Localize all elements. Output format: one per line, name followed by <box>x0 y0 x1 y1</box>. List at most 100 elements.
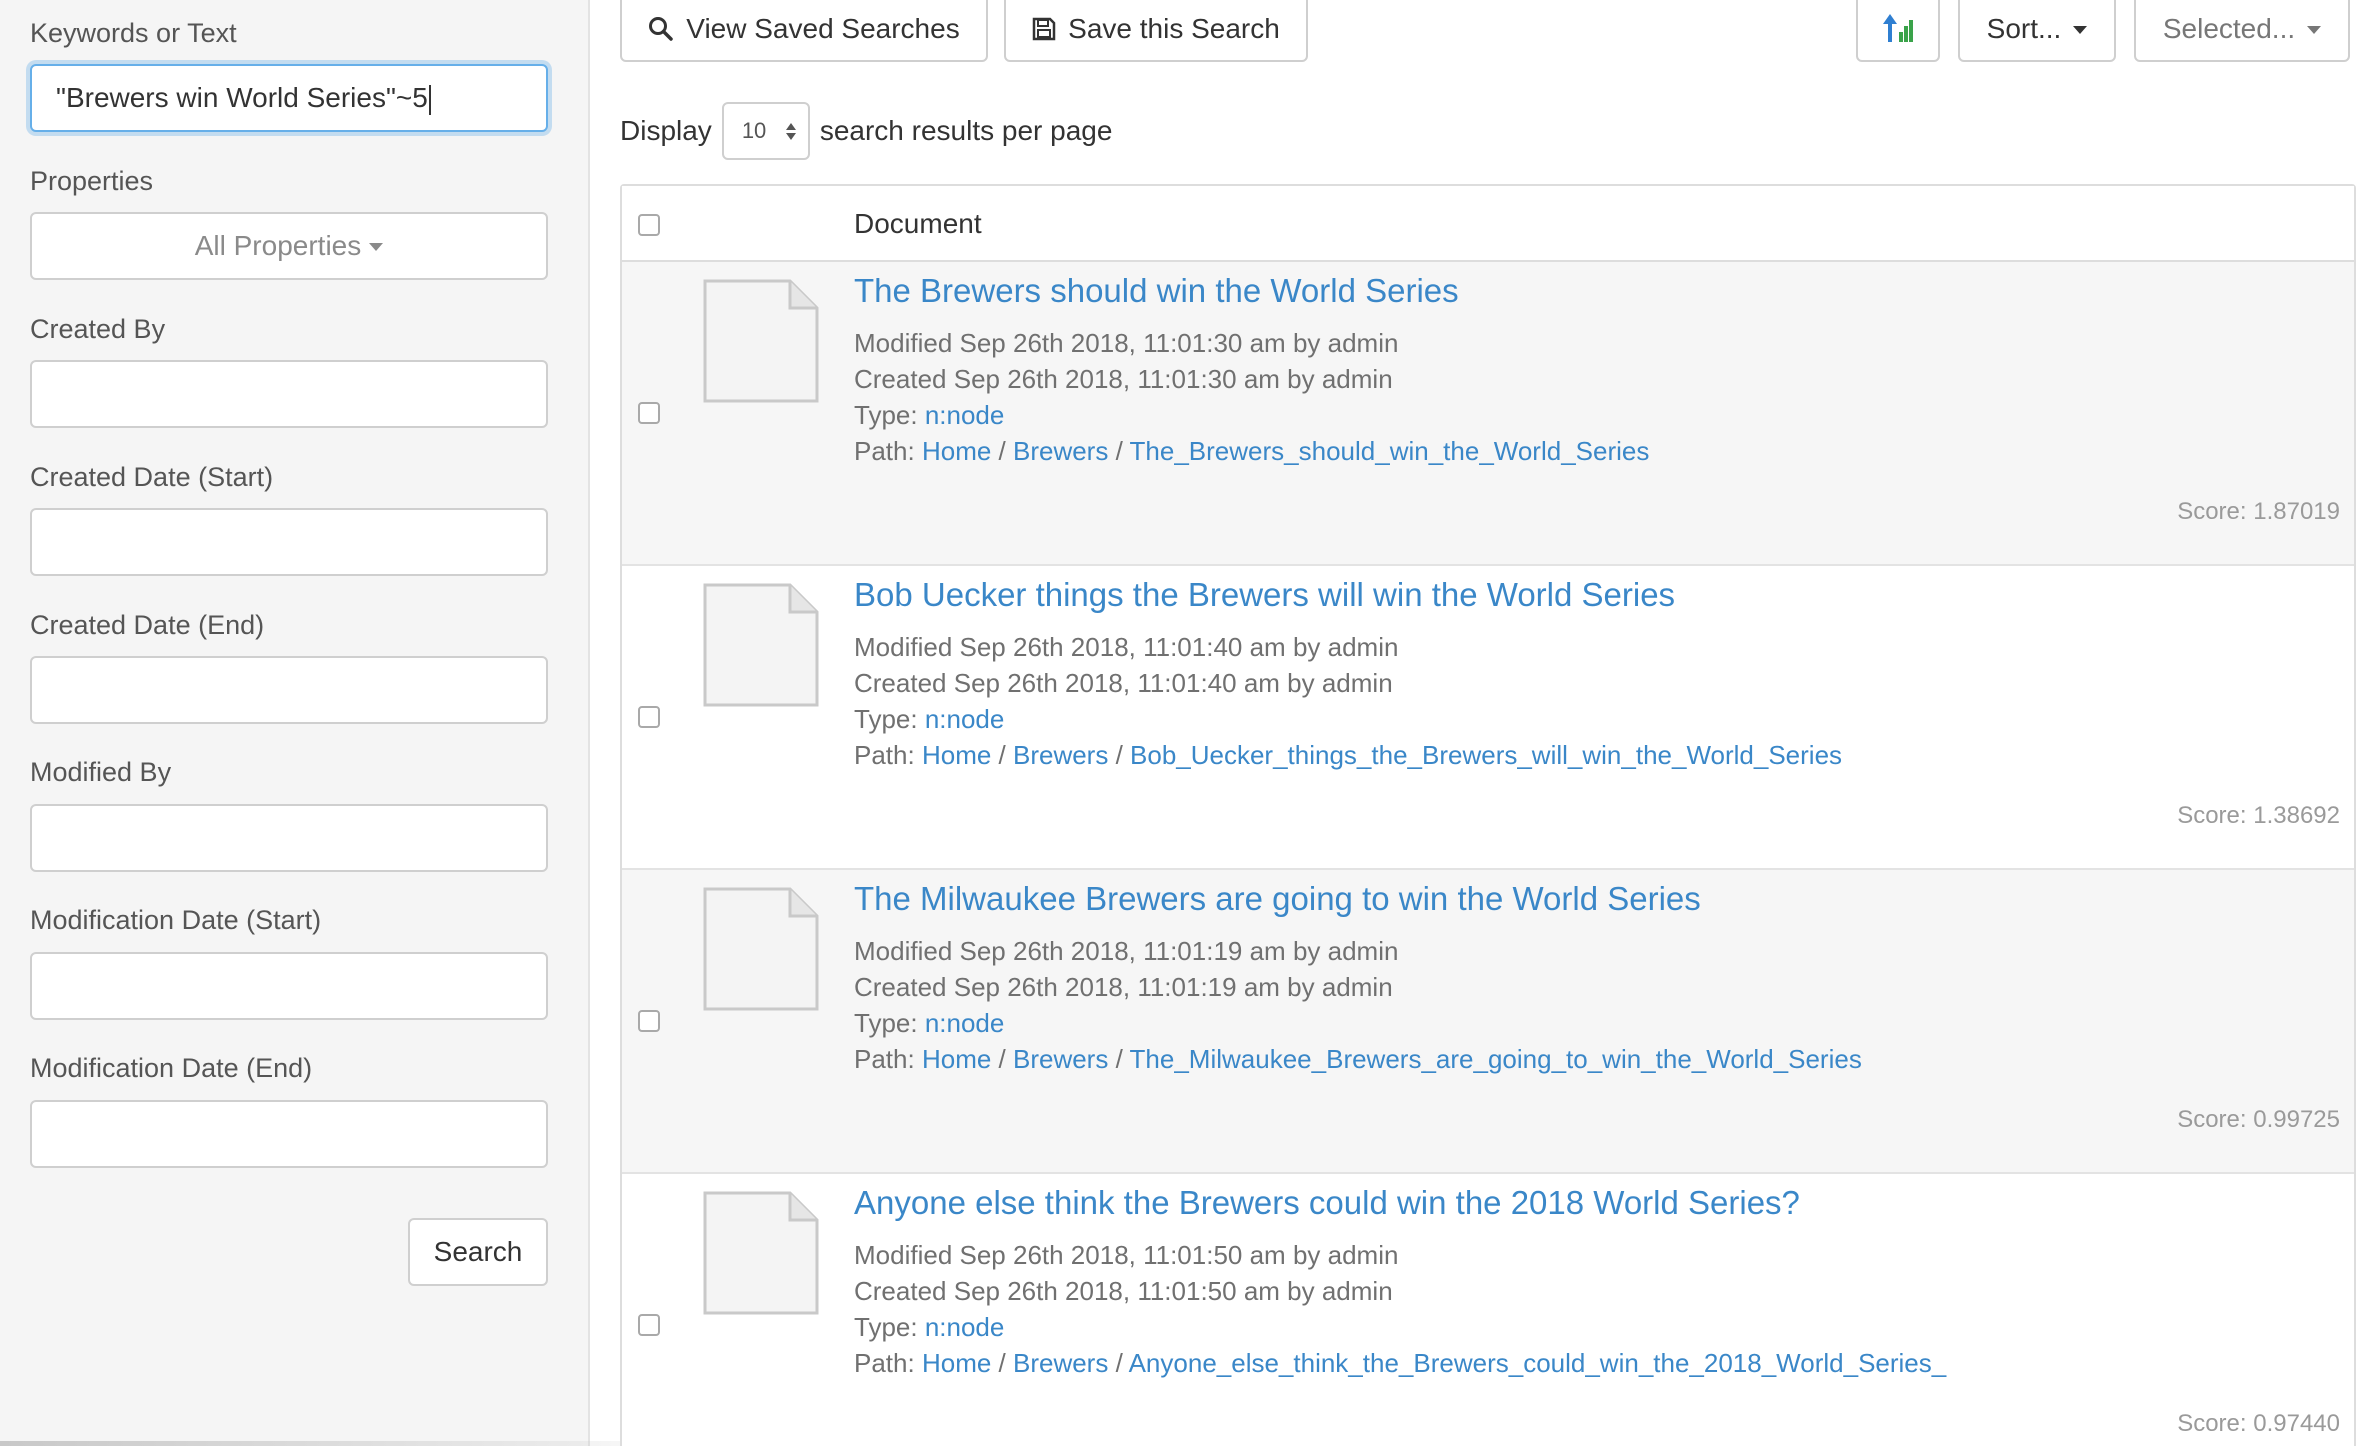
path-home-link[interactable]: Home <box>922 1348 991 1378</box>
sort-dropdown-button[interactable]: Sort... <box>1958 0 2116 62</box>
path-home-link[interactable]: Home <box>922 1044 991 1074</box>
row-select-checkbox[interactable] <box>638 706 660 728</box>
keywords-label: Keywords or Text <box>30 18 237 48</box>
modification-date-end-input[interactable] <box>30 1100 548 1168</box>
display-label: Display <box>620 115 712 146</box>
view-saved-searches-label: View Saved Searches <box>686 13 960 44</box>
result-row: Anyone else think the Brewers could win … <box>622 1174 2354 1446</box>
type-link[interactable]: n:node <box>925 704 1005 734</box>
result-modified: Modified Sep 26th 2018, 11:01:40 am by a… <box>854 632 1399 662</box>
score-label: Score: <box>2177 1106 2247 1133</box>
result-created: Created Sep 26th 2018, 11:01:30 am by ad… <box>854 364 1393 394</box>
score-label: Score: <box>2177 1410 2247 1437</box>
created-date-start-label: Created Date (Start) <box>30 462 274 492</box>
results-per-page-suffix: search results per page <box>819 115 1113 146</box>
created-date-start-input[interactable] <box>30 508 548 576</box>
path-leaf-link[interactable]: Anyone_else_think_the_Brewers_could_win_… <box>1129 1348 1947 1378</box>
caret-down-icon <box>369 243 384 251</box>
modification-date-start-label: Modification Date (Start) <box>30 905 322 935</box>
keywords-input[interactable]: "Brewers win World Series"~5 <box>30 64 548 132</box>
search-filter-sidebar: Keywords or Text "Brewers win World Seri… <box>0 0 590 1446</box>
properties-label: Properties <box>30 166 154 196</box>
document-column-header: Document <box>854 208 982 239</box>
document-icon <box>702 582 820 713</box>
row-select-checkbox[interactable] <box>638 402 660 424</box>
document-icon <box>702 1190 820 1321</box>
score-value: 1.87019 <box>2253 498 2340 525</box>
path-leaf-link[interactable]: The_Milwaukee_Brewers_are_going_to_win_t… <box>1130 1044 1862 1074</box>
search-button[interactable]: Search <box>408 1218 548 1286</box>
type-link[interactable]: n:node <box>925 1312 1005 1342</box>
type-link[interactable]: n:node <box>925 400 1005 430</box>
path-folder-link[interactable]: Brewers <box>1013 740 1108 770</box>
save-this-search-label: Save this Search <box>1068 13 1280 44</box>
created-date-end-input[interactable] <box>30 656 548 724</box>
select-all-checkbox[interactable] <box>638 214 660 236</box>
type-link[interactable]: n:node <box>925 1008 1005 1038</box>
results-per-page-select[interactable]: 10 <box>721 102 810 160</box>
result-modified: Modified Sep 26th 2018, 11:01:50 am by a… <box>854 1240 1399 1270</box>
results-table-header: Document <box>622 186 2354 262</box>
result-path: Path: Home / Brewers / Bob_Uecker_things… <box>854 740 1843 770</box>
modification-date-start-input[interactable] <box>30 952 548 1020</box>
path-leaf-link[interactable]: The_Brewers_should_win_the_World_Series <box>1130 436 1650 466</box>
properties-dropdown[interactable]: All Properties <box>30 212 548 280</box>
score-label: Score: <box>2177 498 2247 525</box>
result-path: Path: Home / Brewers / The_Brewers_shoul… <box>854 436 1650 466</box>
result-title-link[interactable]: The Milwaukee Brewers are going to win t… <box>854 880 1701 918</box>
result-created: Created Sep 26th 2018, 11:01:40 am by ad… <box>854 668 1393 698</box>
path-home-link[interactable]: Home <box>922 436 991 466</box>
sort-order-button[interactable] <box>1856 0 1940 62</box>
row-select-checkbox[interactable] <box>638 1314 660 1336</box>
result-score: Score: 0.99725 <box>2177 1106 2340 1134</box>
modified-by-input[interactable] <box>30 804 548 872</box>
created-by-label: Created By <box>30 314 166 344</box>
path-label: Path: <box>854 1348 915 1378</box>
created-date-end-label: Created Date (End) <box>30 610 265 640</box>
row-select-checkbox[interactable] <box>638 1010 660 1032</box>
score-value: 0.97440 <box>2253 1410 2340 1437</box>
score-label: Score: <box>2177 802 2247 829</box>
path-leaf-link[interactable]: Bob_Uecker_things_the_Brewers_will_win_t… <box>1130 740 1842 770</box>
results-per-page-row: Display 10 search results per page <box>620 102 1112 160</box>
result-path: Path: Home / Brewers / Anyone_else_think… <box>854 1348 1947 1378</box>
results-table: Document The Brewers should win the Worl… <box>620 184 2356 1446</box>
sort-dropdown-label: Sort... <box>1986 13 2062 44</box>
result-score: Score: 0.97440 <box>2177 1410 2340 1438</box>
caret-down-icon <box>2073 26 2088 34</box>
path-home-link[interactable]: Home <box>922 740 991 770</box>
result-path: Path: Home / Brewers / The_Milwaukee_Bre… <box>854 1044 1862 1074</box>
modified-by-label: Modified By <box>30 757 172 787</box>
view-saved-searches-button[interactable]: View Saved Searches <box>620 0 988 62</box>
path-label: Path: <box>854 1044 915 1074</box>
selected-actions-label: Selected... <box>2162 13 2296 44</box>
caret-down-icon <box>2307 26 2322 34</box>
path-folder-link[interactable]: Brewers <box>1013 436 1108 466</box>
result-row: The Brewers should win the World Series … <box>622 262 2354 566</box>
path-folder-link[interactable]: Brewers <box>1013 1044 1108 1074</box>
search-icon <box>648 16 674 42</box>
result-title-link[interactable]: Bob Uecker things the Brewers will win t… <box>854 576 1675 614</box>
results-per-page-value: 10 <box>741 118 767 143</box>
score-value: 1.38692 <box>2253 802 2340 829</box>
result-title-link[interactable]: The Brewers should win the World Series <box>854 272 1459 310</box>
save-this-search-button[interactable]: Save this Search <box>1004 0 1308 62</box>
result-type: Type: n:node <box>854 704 1004 735</box>
path-label: Path: <box>854 436 915 466</box>
created-by-input[interactable] <box>30 360 548 428</box>
result-title-link[interactable]: Anyone else think the Brewers could win … <box>854 1184 1800 1222</box>
search-page: Keywords or Text "Brewers win World Seri… <box>0 0 2376 1446</box>
path-folder-link[interactable]: Brewers <box>1013 1348 1108 1378</box>
type-label: Type: <box>854 1312 918 1342</box>
result-modified: Modified Sep 26th 2018, 11:01:30 am by a… <box>854 328 1399 358</box>
result-score: Score: 1.38692 <box>2177 802 2340 830</box>
text-cursor <box>428 84 431 115</box>
result-created: Created Sep 26th 2018, 11:01:19 am by ad… <box>854 972 1393 1002</box>
result-type: Type: n:node <box>854 1312 1004 1343</box>
type-label: Type: <box>854 1008 918 1038</box>
result-created: Created Sep 26th 2018, 11:01:50 am by ad… <box>854 1276 1393 1306</box>
modification-date-end-label: Modification Date (End) <box>30 1053 313 1083</box>
keywords-input-value: "Brewers win World Series"~5 <box>56 82 428 113</box>
result-score: Score: 1.87019 <box>2177 498 2340 526</box>
selected-actions-button[interactable]: Selected... <box>2134 0 2350 62</box>
